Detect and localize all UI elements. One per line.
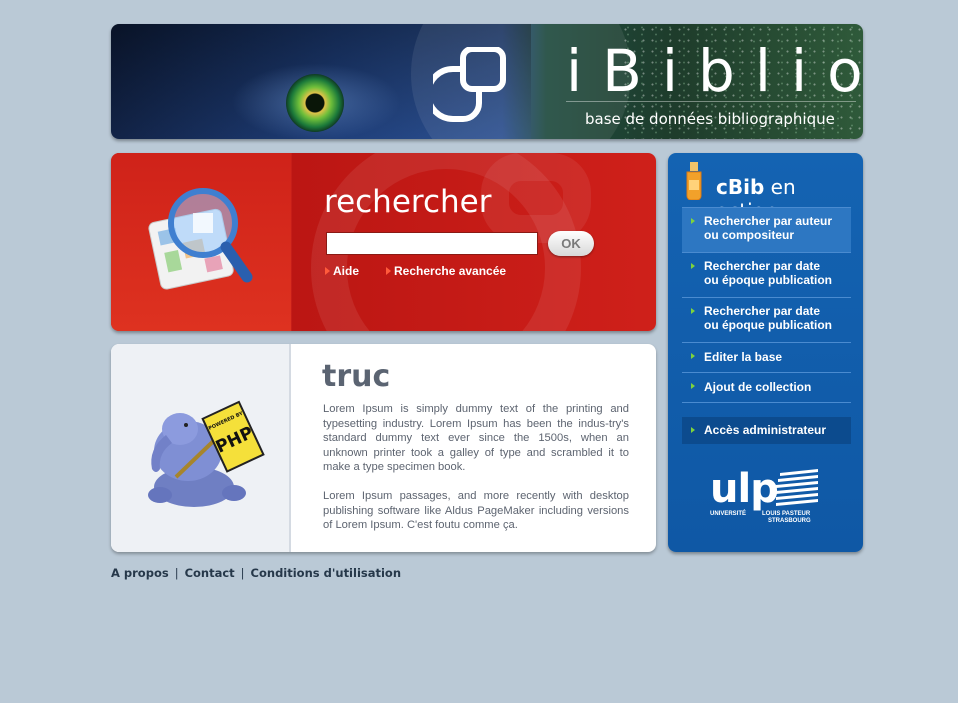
search-title: rechercher <box>324 184 492 220</box>
about-link[interactable]: A propos <box>111 566 169 580</box>
sidebar-item-label: Rechercher par date <box>704 259 821 273</box>
title-underline <box>566 101 856 102</box>
sidebar-item-edit-base[interactable]: Editer la base <box>682 342 851 372</box>
footer-separator: | <box>240 566 245 580</box>
sidebar-item-label: Rechercher par auteur <box>704 214 833 228</box>
sidebar-item-label: ou époque publication <box>704 318 832 332</box>
footer-links: A propos | Contact | Conditions d'utilisatio… <box>111 566 401 580</box>
menu-divider <box>682 402 851 403</box>
sidebar-menu: Rechercher par auteur ou compositeur Rec… <box>682 207 851 403</box>
content-paragraph-1: Lorem Ipsum is simply dummy text of the … <box>323 403 629 473</box>
contact-link[interactable]: Contact <box>185 566 235 580</box>
sidebar-item-label: Rechercher par date <box>704 304 821 318</box>
ulp-city-text: STRASBOURG <box>768 518 811 524</box>
ulp-logo-text: ulp <box>710 466 779 512</box>
sidebar-item-search-date-2[interactable]: Rechercher par date ou époque publicatio… <box>682 297 851 342</box>
terms-link[interactable]: Conditions d'utilisation <box>251 566 401 580</box>
content-panel: PHP POWERED BY truc Lorem Ipsum is simpl… <box>111 344 656 552</box>
ulp-logo: ulp UNIVERSITÉ LOUIS PASTEUR STRASBOURG <box>710 467 820 529</box>
site-title: iBiblio <box>566 37 863 105</box>
eye-icon <box>286 74 344 132</box>
ok-button[interactable]: OK <box>548 231 594 256</box>
sidebar-item-label: Editer la base <box>704 350 783 364</box>
admin-access-link[interactable]: Accès administrateur <box>682 417 851 444</box>
potion-bottle-icon <box>686 162 702 200</box>
help-link[interactable]: Aide <box>325 264 359 278</box>
ulp-name-text: LOUIS PASTEUR <box>762 511 811 517</box>
magnifier-map-icon <box>148 188 253 290</box>
sidebar-title-bold: cBib <box>716 175 765 199</box>
php-elephant-icon: PHP POWERED BY <box>148 400 265 507</box>
ulp-stripes-icon <box>776 469 818 506</box>
sidebar-item-label: ou époque publication <box>704 273 832 287</box>
footer-separator: | <box>174 566 179 580</box>
content-title: truc <box>322 359 391 394</box>
sidebar-item-label: Ajout de collection <box>704 380 812 394</box>
sidebar-item-search-date[interactable]: Rechercher par date ou époque publicatio… <box>682 252 851 297</box>
ulp-university-text: UNIVERSITÉ <box>710 511 747 517</box>
search-panel: rechercher OK Aide Recherche avancée <box>111 153 656 331</box>
sidebar: cBib en action Rechercher par auteur ou … <box>668 153 863 552</box>
sidebar-item-search-author[interactable]: Rechercher par auteur ou compositeur <box>682 207 851 252</box>
interlocked-squares-logo-icon <box>433 47 506 122</box>
search-panel-decoration-2 <box>481 153 591 243</box>
content-body: Lorem Ipsum is simply dummy text of the … <box>323 402 629 547</box>
sidebar-item-add-collection[interactable]: Ajout de collection <box>682 372 851 402</box>
search-input[interactable] <box>326 232 538 255</box>
advanced-search-link[interactable]: Recherche avancée <box>386 264 506 278</box>
header-banner: iBiblio base de données bibliographique <box>111 24 863 139</box>
sidebar-item-label: ou compositeur <box>704 228 795 242</box>
content-paragraph-2: Lorem Ipsum passages, and more recently … <box>323 490 629 531</box>
site-subtitle: base de données bibliographique <box>585 110 835 128</box>
